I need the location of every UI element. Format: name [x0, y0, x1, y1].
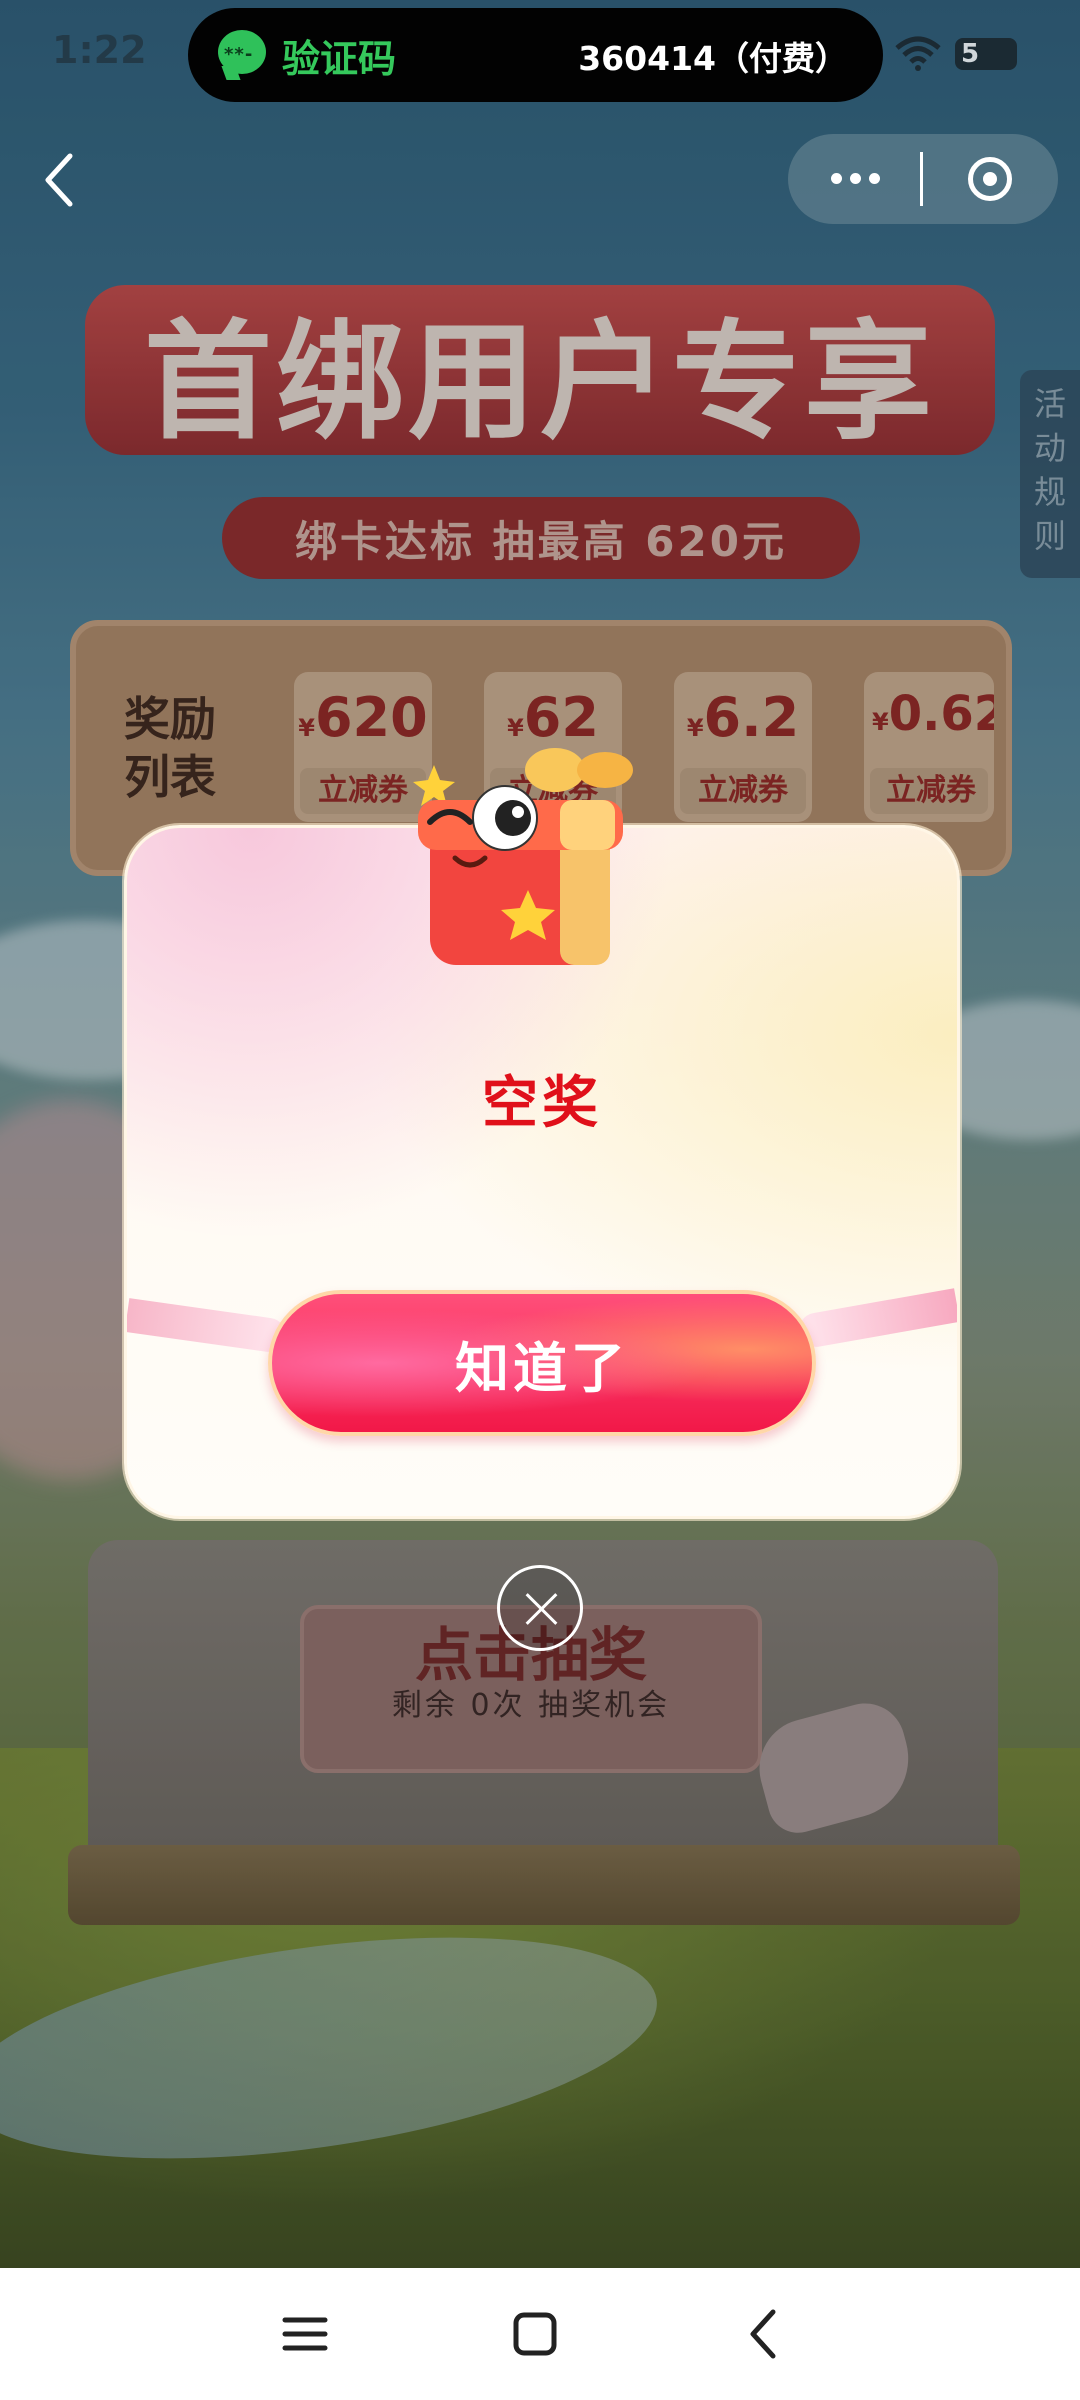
notification-code: 360414（付费） [578, 39, 848, 78]
battery-icon: 5 [955, 38, 1017, 70]
got-it-button[interactable]: 知道了 [268, 1290, 816, 1436]
status-time: 1:22 [52, 28, 147, 72]
close-circle-icon[interactable] [968, 157, 1012, 201]
notification-app-name: 验证码 [282, 37, 397, 81]
close-icon[interactable] [497, 1565, 583, 1651]
more-dots-icon[interactable] [825, 158, 885, 198]
got-it-label: 知道了 [455, 1336, 629, 1400]
wifi-icon [895, 36, 941, 71]
ribbon-decoration [796, 1288, 957, 1350]
back-triangle-icon[interactable] [735, 2304, 795, 2364]
menu-icon[interactable] [275, 2304, 335, 2364]
result-title: 空奖 [482, 1071, 602, 1136]
gift-mascot-icon [413, 748, 633, 965]
ribbon-decoration [127, 1298, 288, 1355]
home-square-icon[interactable] [505, 2304, 565, 2364]
capsule-divider [920, 152, 923, 206]
message-bubble-dots: **- [224, 44, 254, 65]
chevron-left-icon[interactable] [38, 150, 82, 210]
battery-level: 5 [961, 39, 980, 69]
